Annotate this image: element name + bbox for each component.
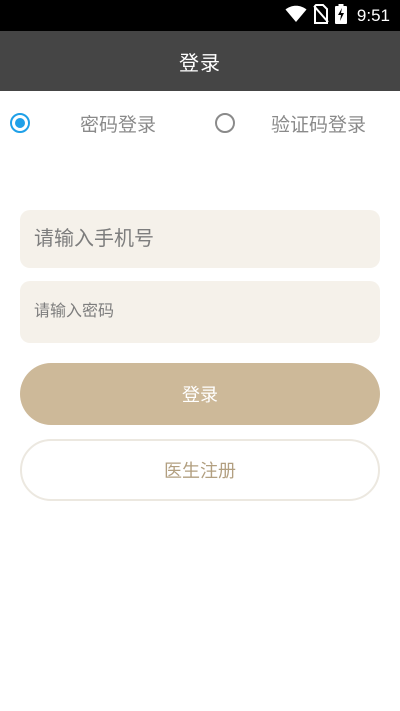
status-bar: 9:51 (0, 0, 400, 31)
doctor-register-button[interactable]: 医生注册 (20, 439, 380, 501)
phone-input[interactable] (20, 210, 380, 268)
radio-password-login[interactable]: 密码登录 (10, 91, 170, 155)
status-time: 9:51 (356, 6, 390, 25)
radio-code-login-label: 验证码登录 (271, 113, 367, 136)
password-input[interactable] (20, 281, 380, 343)
radio-password-login-label: 密码登录 (80, 113, 157, 136)
no-sim-icon (313, 4, 329, 28)
radio-checked-icon (10, 113, 30, 133)
login-mode-selector: 密码登录 验证码登录 (0, 91, 400, 155)
page-title: 登录 (179, 50, 221, 75)
radio-code-login[interactable]: 验证码登录 (215, 91, 385, 155)
radio-unchecked-icon (215, 113, 235, 133)
status-icons: 9:51 (285, 4, 390, 28)
battery-charging-icon (334, 4, 347, 28)
wifi-icon (285, 5, 307, 27)
login-button[interactable]: 登录 (20, 363, 380, 425)
title-bar: 登录 (0, 31, 400, 91)
